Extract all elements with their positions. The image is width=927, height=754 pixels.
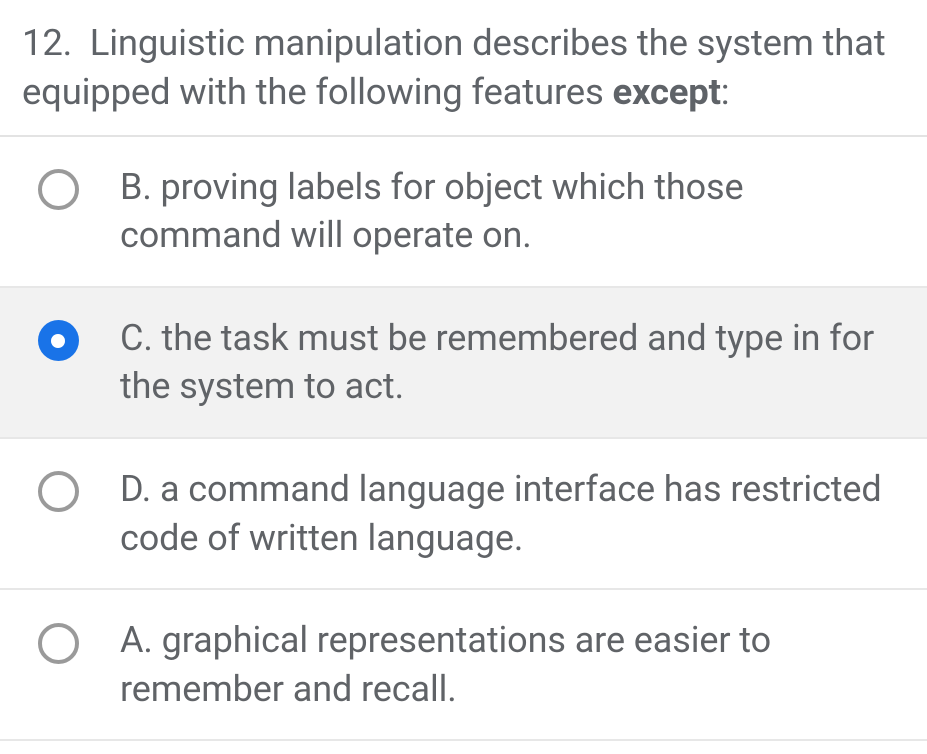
option-a[interactable]: A. graphical representations are easier … — [0, 590, 927, 741]
question-text: 12. Linguistic manipulation describes th… — [0, 0, 927, 135]
radio-icon-selected — [36, 319, 80, 363]
question-number: 12. — [22, 21, 72, 64]
question-block: 12. Linguistic manipulation describes th… — [0, 0, 927, 741]
option-label: D. a command language interface has rest… — [120, 465, 897, 562]
radio-icon — [36, 621, 80, 665]
radio-icon — [36, 470, 80, 514]
option-d[interactable]: D. a command language interface has rest… — [0, 439, 927, 590]
option-label: A. graphical representations are easier … — [120, 616, 897, 713]
question-stem-pre: Linguistic manipulation describes the sy… — [22, 21, 886, 113]
option-label: C. the task must be remembered and type … — [120, 314, 897, 411]
question-stem-bold: except — [612, 70, 720, 113]
options-list: B. proving labels for object which those… — [0, 135, 927, 742]
option-label: B. proving labels for object which those… — [120, 163, 897, 260]
option-b[interactable]: B. proving labels for object which those… — [0, 137, 927, 288]
question-stem-post: : — [721, 70, 730, 113]
radio-icon — [36, 168, 80, 212]
option-c[interactable]: C. the task must be remembered and type … — [0, 288, 927, 439]
